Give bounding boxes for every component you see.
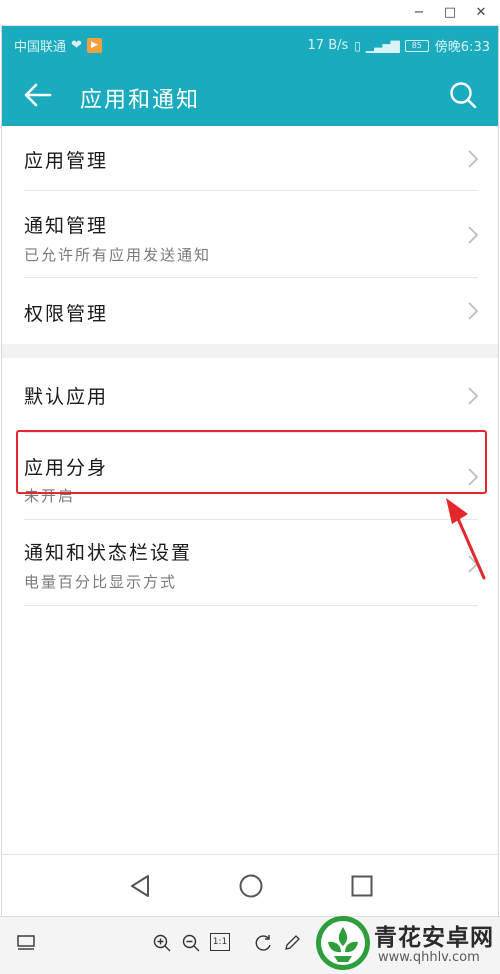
clock: 傍晚6:33 [434,40,490,55]
settings-item-title: 默认应用 [24,386,109,408]
highlight-box [16,430,487,494]
settings-item-app-manager[interactable]: 应用管理 [24,126,479,191]
settings-item-title: 通知和状态栏设置 [24,542,193,564]
zoom-in-icon[interactable] [152,933,172,953]
window-close-button[interactable]: ✕ [468,3,494,23]
watermark-logo-icon [316,916,370,970]
app-header: 应用和通知 [2,64,498,126]
phone-screen: 中国联通 ❤ ▶ 17 B/s ▯ ▁▃▅▇ 85 傍晚6:33 应用和通知 应… [1,26,499,916]
carrier-label: 中国联通 [14,40,67,55]
settings-item-subtitle: 电量百分比显示方式 [24,573,178,591]
battery-icon: 85 [404,39,429,52]
settings-item-title: 应用管理 [24,150,109,172]
system-nav-bar [2,854,498,916]
nav-back-icon[interactable] [126,871,156,901]
rotate-icon[interactable] [254,933,274,953]
chevron-right-icon [468,302,479,320]
settings-item-subtitle: 已允许所有应用发送通知 [24,246,212,264]
vibrate-icon: ▯ [354,38,361,53]
actual-size-button[interactable]: 1:1 [210,933,230,951]
page-title: 应用和通知 [80,88,201,113]
watermark-url: www.qhhlv.com [378,950,480,965]
chevron-right-icon [468,226,479,244]
search-icon [450,82,477,109]
signal-icon: ▁▃▅▇ [365,38,400,53]
screen-icon[interactable] [16,933,36,953]
status-bar: 中国联通 ❤ ▶ 17 B/s ▯ ▁▃▅▇ 85 傍晚6:33 [2,26,498,64]
zoom-out-icon[interactable] [181,933,201,953]
annotation-arrow-icon [446,498,486,580]
network-speed: 17 B/s [307,38,349,53]
viewer-window-titlebar: − □ ✕ [0,0,500,26]
nav-recent-icon[interactable] [347,871,377,901]
watermark: 青花安卓网 www.qhhlv.com [300,912,500,974]
search-button[interactable] [448,80,478,110]
chevron-right-icon [468,150,479,168]
settings-list: 应用管理 通知管理 已允许所有应用发送通知 权限管理 默认应用 应用分身 未开启… [2,126,498,606]
window-maximize-button[interactable]: □ [437,3,463,23]
nav-home-icon[interactable] [236,871,266,901]
settings-item-notification-manager[interactable]: 通知管理 已允许所有应用发送通知 [24,191,479,278]
settings-item-permission-manager[interactable]: 权限管理 [24,278,479,344]
settings-item-title: 通知管理 [24,215,109,237]
pencil-icon[interactable] [282,933,302,953]
group-divider [2,344,498,358]
video-app-icon: ▶ [86,38,102,53]
watermark-brand: 青花安卓网 [374,925,494,951]
chevron-right-icon [468,387,479,405]
health-heart-icon: ❤ [71,38,82,53]
back-button[interactable] [22,80,54,110]
settings-item-default-apps[interactable]: 默认应用 [24,358,479,433]
window-minimize-button[interactable]: − [406,3,432,23]
arrow-left-icon [24,83,52,107]
settings-item-notification-statusbar[interactable]: 通知和状态栏设置 电量百分比显示方式 [24,520,479,606]
settings-item-title: 权限管理 [24,303,109,325]
